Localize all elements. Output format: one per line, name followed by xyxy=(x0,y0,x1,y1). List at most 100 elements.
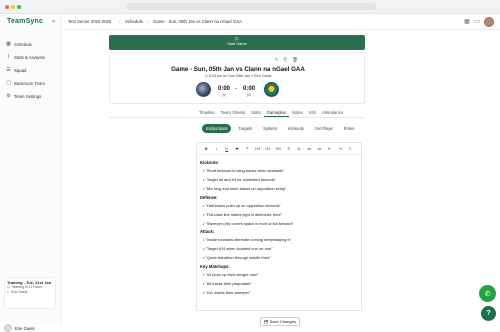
copy-icon[interactable]: ⎘ xyxy=(284,57,288,63)
sidebar-item-team-settings[interactable]: ⚙ Team Settings xyxy=(6,92,41,101)
tab-info[interactable]: Info xyxy=(306,109,319,117)
paragraph-button[interactable]: ¶ xyxy=(283,146,293,151)
save-changes-button[interactable]: 💾 Save Changes xyxy=(260,317,300,326)
home-team-crest xyxy=(196,82,211,97)
bullet-list-button[interactable]: ≔ xyxy=(304,146,314,151)
save-icon: 💾 xyxy=(264,320,269,324)
breadcrumb-separator: › xyxy=(147,19,149,24)
subtab-set-plays[interactable]: Set Plays xyxy=(311,124,337,133)
breadcrumb-team[interactable]: Test Senior 2024-2025 xyxy=(68,19,111,24)
address-bar[interactable] xyxy=(126,3,376,10)
chart-icon: ⌇ xyxy=(7,54,10,60)
upcoming-training-card[interactable]: Training - Tue, 21st Jan ◷ Starting in 1… xyxy=(4,277,56,309)
chat-icon[interactable]: ▭ xyxy=(474,19,480,25)
help-button[interactable]: ? xyxy=(481,306,496,321)
list-item-text: "#5 tracks their playmaker" xyxy=(205,281,252,287)
user-menu[interactable]: Eire Gaels xyxy=(4,324,35,332)
underline-button[interactable]: U xyxy=(222,146,232,151)
game-card: ✎ ⎘ 🗑 Game - Sun, 05th Jan vs Clann na n… xyxy=(109,52,365,104)
away-score: 0:00 xyxy=(243,86,256,92)
trash-icon[interactable]: 🗑 xyxy=(292,57,298,63)
sidebar-item-label: Schedule xyxy=(14,42,32,47)
tab-notes[interactable]: Notes xyxy=(289,109,306,117)
sidebar-item-label: Squad xyxy=(14,68,27,73)
outdent-button[interactable]: ⇤ xyxy=(325,146,335,151)
maximize-window-dot[interactable] xyxy=(17,5,21,9)
tab-team-sheets[interactable]: Team Sheets xyxy=(218,109,248,117)
breadcrumb-separator: › xyxy=(119,19,121,24)
grid-icon[interactable]: ▦ xyxy=(464,19,470,25)
subtab-kickouts[interactable]: Kickouts xyxy=(284,124,308,133)
location-icon: ⌖ xyxy=(7,290,9,294)
close-window-dot[interactable] xyxy=(5,5,9,9)
section-heading: Defense: xyxy=(200,194,218,200)
away-total: (0) xyxy=(247,93,252,97)
subtab-roles[interactable]: Roles xyxy=(340,124,359,133)
list-item-text: "Short kickouts to wing-backs when avail… xyxy=(205,168,285,173)
list-item: • "Half-backs push up on opposition kick… xyxy=(203,202,281,208)
list-item: • "Inside forwards alternate coming deep… xyxy=(203,237,292,243)
away-team-crest xyxy=(264,82,279,97)
breadcrumb-schedule[interactable]: Schedule xyxy=(125,19,143,24)
heading2-button[interactable]: H2 xyxy=(263,146,273,151)
list-item: • "Mix long and short based on oppositio… xyxy=(203,185,287,191)
brand-logo[interactable]: TeamSync xyxy=(7,18,43,25)
strikethrough-button[interactable]: S xyxy=(232,146,242,151)
list-item: • "Short kickouts to wing-backs when ava… xyxy=(203,168,285,173)
gear-icon: ⚙ xyxy=(6,93,11,99)
sidebar-item-schedule[interactable]: ▦ Schedule xyxy=(6,40,32,49)
calendar-icon: ▦ xyxy=(6,41,11,47)
subtab-targets[interactable]: Targets xyxy=(234,124,256,133)
indent-button[interactable]: ⇥ xyxy=(335,146,345,151)
list-item: • "Quick transition through middle third… xyxy=(203,255,271,261)
list-item: • "#3 picks up their danger man" xyxy=(203,272,259,278)
tab-attendance[interactable]: Attendance xyxy=(319,109,346,117)
italic-button[interactable]: I xyxy=(211,146,221,151)
minimize-window-dot[interactable] xyxy=(11,5,15,9)
heading3-button[interactable]: H3 xyxy=(273,146,283,151)
list-item-text: "#11 marks their sweeper" xyxy=(205,289,251,295)
heading1-button[interactable]: H1 xyxy=(252,146,262,151)
collapse-sidebar-icon[interactable]: « xyxy=(52,19,58,25)
list-item-text: "Mix long and short based on opposition … xyxy=(205,185,287,191)
sidebar-item-backroom[interactable]: ▢ Backroom Team xyxy=(6,79,45,88)
top-bar: « Test Senior 2024-2025 › Schedule › Gam… xyxy=(52,14,500,30)
subtab-system[interactable]: System xyxy=(259,124,281,133)
game-venue: Eire Gaels xyxy=(254,74,272,78)
backroom-icon: ▢ xyxy=(6,80,11,86)
edit-icon[interactable]: ✎ xyxy=(275,57,279,63)
sidebar-item-stats[interactable]: ⌇ Stats & Analysis xyxy=(6,53,45,62)
training-venue-row: ⌖ Eire Gaels xyxy=(7,290,53,295)
start-game-button[interactable]: ▷ Start Game xyxy=(109,35,365,50)
sidebar-item-squad[interactable]: ☰ Squad xyxy=(6,66,26,75)
section-heading: Key Matchups: xyxy=(200,264,230,270)
home-total: (0) xyxy=(222,93,227,97)
start-game-label: Start Game xyxy=(227,42,247,46)
subtab-instructions[interactable]: Instructions xyxy=(202,124,232,133)
text-color-button[interactable]: A xyxy=(294,146,304,151)
list-item: • "#11 marks their sweeper" xyxy=(203,289,251,295)
numbered-list-button[interactable]: ≔ xyxy=(314,146,324,151)
quote-button[interactable]: ❝ xyxy=(242,146,252,151)
tabs-divider xyxy=(109,117,365,118)
instructions-editor[interactable]: B I U S ❝ H1 H2 H3 ¶ A ≔ ≔ ⇤ ⇥ ≡ Kickout… xyxy=(196,142,362,311)
sidebar-item-label: Stats & Analysis xyxy=(14,55,45,60)
avatar[interactable] xyxy=(484,17,494,27)
bold-button[interactable]: B xyxy=(201,146,211,151)
whatsapp-chat-button[interactable]: ✆ xyxy=(479,285,496,302)
list-item-text: "Inside forwards alternate coming deep/s… xyxy=(205,237,292,243)
list-item-text: "Target #14 when isolated one-on-one" xyxy=(205,246,273,252)
tab-gameplan[interactable]: Gameplan xyxy=(263,109,289,117)
game-time: 6:15 pm on Sun 05th Jan xyxy=(208,74,251,78)
user-name: Eire Gaels xyxy=(15,325,35,331)
editor-content[interactable]: Kickouts: • "Short kickouts to wing-back… xyxy=(200,159,360,298)
home-score: 0:00 xyxy=(218,86,231,92)
editor-toolbar: B I U S ❝ H1 H2 H3 ¶ A ≔ ≔ ⇤ ⇥ ≡ xyxy=(197,143,361,155)
align-button[interactable]: ≡ xyxy=(345,146,355,151)
tab-timeline[interactable]: Timeline xyxy=(196,109,218,117)
list-item: • "Full-back line marks tight in defensi… xyxy=(203,211,282,217)
section-heading: Kickouts: xyxy=(200,160,220,165)
list-item-text: "Quick transition through middle third" xyxy=(205,255,271,261)
list-item-text: "Target #6 and #9 for contested kickouts… xyxy=(205,176,277,182)
tab-stats[interactable]: Stats xyxy=(248,109,264,117)
